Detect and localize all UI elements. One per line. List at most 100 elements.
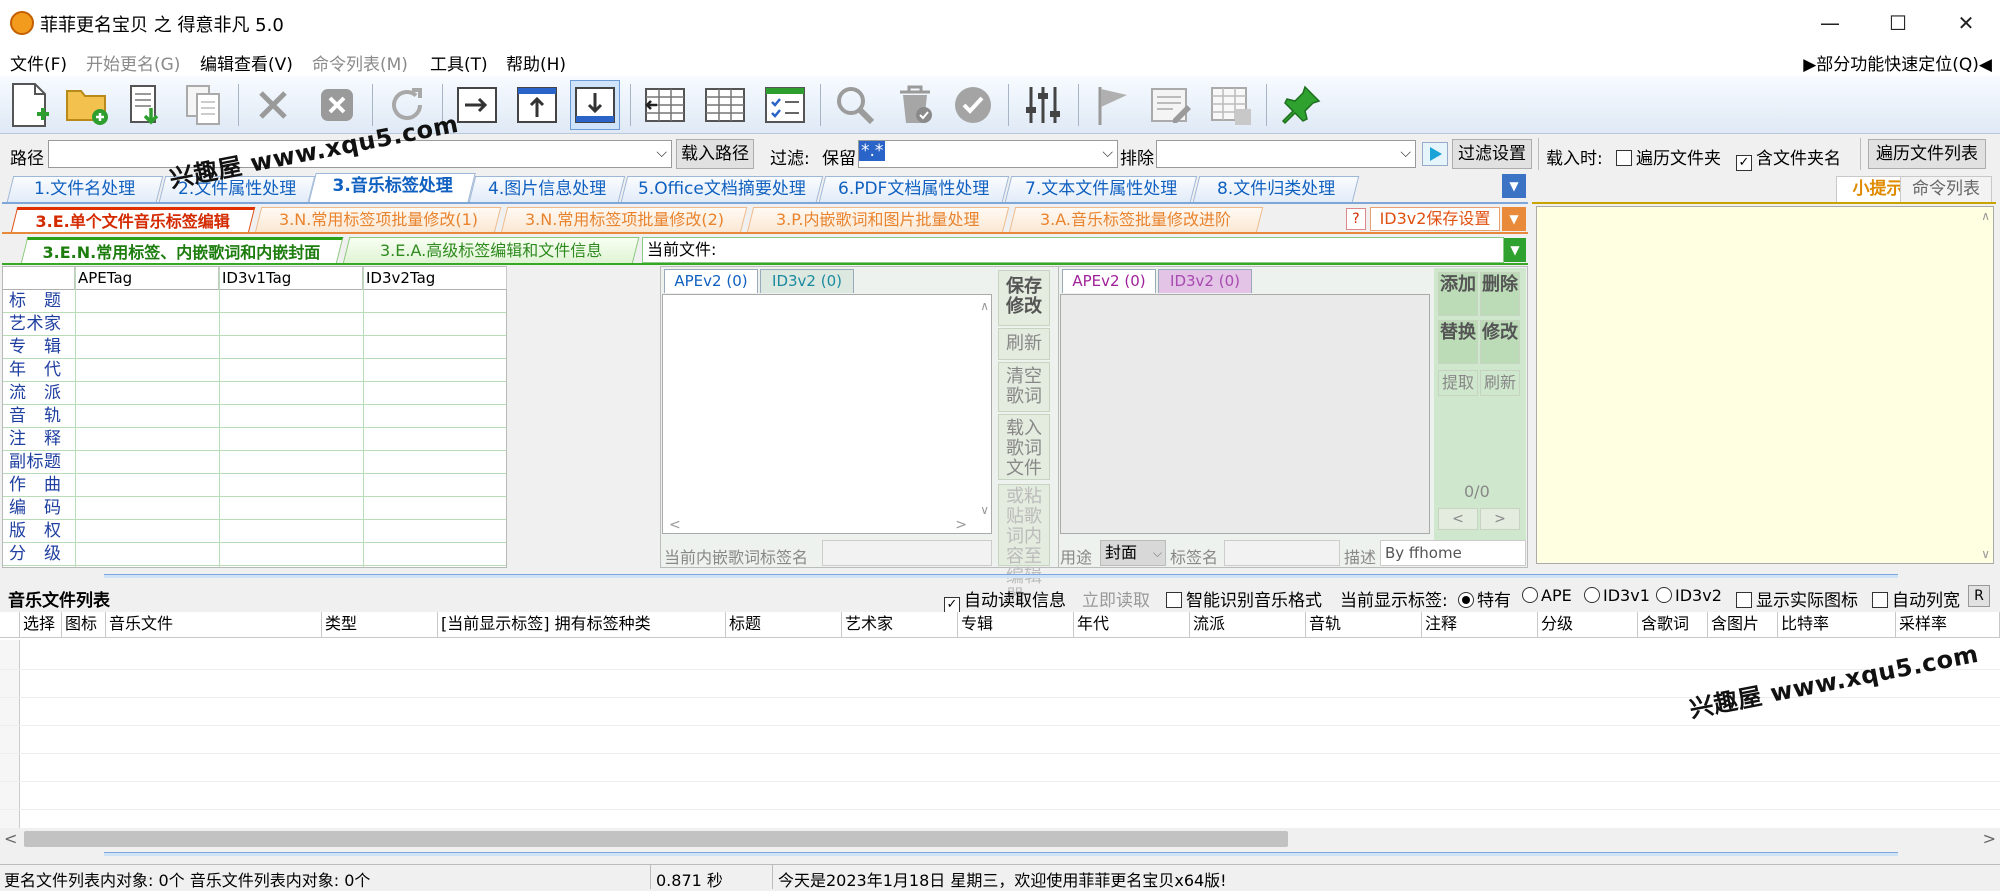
filter-settings-button[interactable]: 过滤设置 (1452, 139, 1532, 169)
radio-ape[interactable]: APE (1522, 586, 1572, 605)
col-music-file[interactable]: 音乐文件 (106, 612, 322, 638)
col-rating[interactable]: 分级 (1538, 612, 1638, 638)
clear-lyrics-button[interactable]: 清空歌词 (998, 362, 1050, 412)
menu-help[interactable]: 帮助(H) (506, 50, 566, 75)
auto-width-checkbox[interactable]: 自动列宽 (1872, 586, 1960, 611)
tag-row-genre[interactable]: 流派 (3, 382, 506, 405)
tab-command-list[interactable]: 命令列表 (1900, 176, 1992, 202)
read-now-button[interactable]: 立即读取 (1082, 586, 1150, 611)
edit-doc-icon[interactable] (1146, 80, 1196, 130)
paste-lyrics-button[interactable]: 或粘贴歌词内容至编辑器。 (998, 484, 1050, 607)
scroll-left-icon[interactable]: < (4, 829, 17, 848)
scroll-left-icon[interactable]: < (669, 517, 681, 533)
exclude-combo[interactable]: ⌵ (1156, 140, 1416, 168)
load-lyrics-file-button[interactable]: 载入歌词文件 (998, 414, 1050, 480)
table-icon[interactable] (1206, 80, 1256, 130)
tag-row-rating[interactable]: 分级 (3, 543, 506, 566)
load-path-button[interactable]: 载入路径 (676, 139, 754, 169)
tab-office-summary[interactable]: 5.Office文档摘要处理 (620, 176, 824, 202)
grid-header-apetag[interactable]: APETag (75, 267, 219, 290)
tab-text-attributes[interactable]: 7.文本文件属性处理 (1004, 176, 1198, 202)
confirm-icon[interactable] (948, 80, 998, 130)
auto-read-checkbox[interactable]: ✓ 自动读取信息 (944, 586, 1066, 613)
desc-input[interactable]: By ffhome (1380, 540, 1526, 566)
scroll-up-icon[interactable]: ∧ (1981, 209, 1990, 223)
tab-single-file-edit[interactable]: 3.E.单个文件音乐标签编辑 (10, 207, 256, 233)
radio-id3v1[interactable]: ID3v1 (1584, 586, 1650, 605)
tab-music-tags[interactable]: 3.音乐标签处理 (308, 173, 476, 203)
tab-filename[interactable]: 1.文件名处理 (6, 176, 164, 202)
keep-combo[interactable]: *.* ⌵ (858, 140, 1118, 168)
tag-row-year[interactable]: 年代 (3, 359, 506, 382)
tab-batch-modify-2[interactable]: 3.N.常用标签项批量修改(2) (500, 207, 748, 233)
col-has-picture[interactable]: 含图片 (1708, 612, 1778, 638)
tab-batch-modify-1[interactable]: 3.N.常用标签项批量修改(1) (254, 207, 502, 233)
current-file-dropdown[interactable]: ▼ (1504, 238, 1526, 262)
import-icon[interactable] (120, 80, 170, 130)
col-comment[interactable]: 注释 (1422, 612, 1538, 638)
add-picture-button[interactable]: 添加 (1438, 272, 1478, 316)
columns-icon[interactable] (700, 80, 750, 130)
col-artist[interactable]: 艺术家 (842, 612, 958, 638)
menu-start-rename[interactable]: 开始更名(G) (86, 50, 180, 75)
col-tag-kinds[interactable]: [当前显示标签] 拥有标签种类 (438, 612, 726, 638)
checklist-icon[interactable] (760, 80, 810, 130)
reset-button[interactable]: R (1968, 585, 1990, 607)
columns-left-icon[interactable] (640, 80, 690, 130)
col-track[interactable]: 音轨 (1306, 612, 1422, 638)
modify-picture-button[interactable]: 修改 (1480, 320, 1520, 364)
grid-header-id3v2tag[interactable]: ID3v2Tag (363, 267, 507, 290)
tag-row-copyright[interactable]: 版权 (3, 520, 506, 543)
tag-row-composer[interactable]: 作曲 (3, 474, 506, 497)
prev-picture-button[interactable]: < (1438, 508, 1478, 530)
pin-icon[interactable] (1276, 80, 1326, 130)
trash-icon[interactable] (890, 80, 940, 130)
copy-doc-icon[interactable] (178, 80, 228, 130)
picture-tag-name-input[interactable] (1224, 540, 1340, 566)
lyrics-tab-id3v2[interactable]: ID3v2 (0) (760, 269, 854, 293)
maximize-button[interactable]: ☐ (1868, 0, 1928, 46)
minimize-button[interactable]: — (1800, 0, 1860, 46)
col-album[interactable]: 专辑 (958, 612, 1074, 638)
picture-tab-id3v2[interactable]: ID3v2 (0) (1158, 269, 1252, 293)
close-button[interactable]: ✕ (1936, 0, 1996, 46)
move-top-icon[interactable] (512, 80, 562, 130)
tab-advanced-tags-file-info[interactable]: 3.E.A.高级标签编辑和文件信息 (342, 237, 640, 264)
grid-header-id3v1tag[interactable]: ID3v1Tag (219, 267, 363, 290)
delete-icon[interactable] (248, 80, 298, 130)
lyrics-refresh-button[interactable]: 刷新 (998, 328, 1050, 360)
traverse-folders-checkbox[interactable]: 遍历文件夹 (1616, 144, 1721, 169)
replace-picture-button[interactable]: 替换 (1438, 320, 1478, 364)
quick-locate-menu[interactable]: ▶部分功能快速定位(Q)◀ (1803, 50, 1992, 75)
menu-file[interactable]: 文件(F) (10, 50, 67, 75)
tab-common-tags-lyrics-cover[interactable]: 3.E.N.常用标签、内嵌歌词和内嵌封面 (20, 237, 344, 264)
include-folder-names-checkbox[interactable]: ✓ 含文件夹名 (1736, 144, 1841, 171)
usage-select[interactable]: 封面 ⌵ (1100, 540, 1166, 566)
scrollbar-thumb[interactable] (24, 831, 1288, 847)
next-picture-button[interactable]: > (1480, 508, 1520, 530)
move-right-icon[interactable] (452, 80, 502, 130)
bottom-splitter[interactable] (104, 852, 1898, 856)
traverse-list-button[interactable]: 遍历文件列表 (1868, 139, 1986, 169)
scroll-right-icon[interactable]: > (955, 517, 967, 533)
tab-image-info[interactable]: 4.图片信息处理 (468, 176, 626, 202)
scroll-right-icon[interactable]: > (1983, 829, 1996, 848)
tag-row-encoder[interactable]: 编码 (3, 497, 506, 520)
menu-edit-view[interactable]: 编辑查看(V) (200, 50, 293, 75)
show-icons-checkbox[interactable]: 显示实际图标 (1736, 586, 1858, 611)
scroll-up-icon[interactable]: ∧ (980, 299, 989, 313)
lyrics-tab-apev2[interactable]: APEv2 (0) (664, 269, 758, 293)
help-button[interactable]: ? (1346, 208, 1366, 230)
subtabs-dropdown-button[interactable]: ▼ (1502, 207, 1526, 231)
col-year[interactable]: 年代 (1074, 612, 1190, 638)
col-bitrate[interactable]: 比特率 (1778, 612, 1896, 638)
col-has-lyrics[interactable]: 含歌词 (1638, 612, 1708, 638)
open-folder-icon[interactable] (62, 80, 112, 130)
radio-unique[interactable]: 特有 (1458, 586, 1511, 611)
picture-preview[interactable] (1060, 294, 1430, 534)
id3v2-save-settings-button[interactable]: ID3v2保存设置 (1370, 207, 1500, 231)
delete-picture-button[interactable]: 删除 (1480, 272, 1520, 316)
picture-tab-apev2[interactable]: APEv2 (0) (1062, 269, 1156, 293)
tag-row-artist[interactable]: 艺术家 (3, 313, 506, 336)
tab-lyrics-images-batch[interactable]: 3.P.内嵌歌词和图片批量处理 (746, 207, 1010, 233)
